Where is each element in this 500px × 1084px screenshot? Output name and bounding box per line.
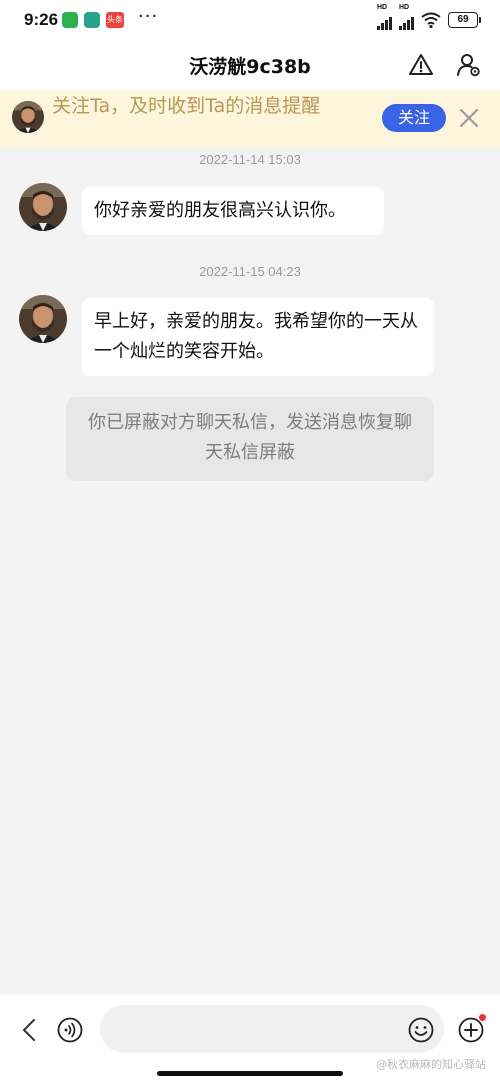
title-bar: 沃涝觥9c38b [0,42,500,90]
wechat-icon [62,12,78,28]
wifi-icon [421,12,441,28]
message-bubble[interactable]: 早上好，亲爱的朋友。我希望你的一天从一个灿烂的笑容开始。 [82,298,434,376]
shield-app-icon [84,12,100,28]
chevron-left-icon[interactable] [18,1017,42,1043]
status-indicators: HD HD 69 [377,4,481,30]
hd-label: HD [399,4,410,11]
follow-button[interactable]: 关注 [382,104,446,132]
close-icon[interactable] [458,107,480,129]
message-timestamp: 2022-11-14 15:03 [199,152,301,167]
avatar[interactable] [19,295,67,343]
watermark: @秋衣麻麻的知心驿站 [376,1058,486,1071]
emoji-icon[interactable] [408,1017,434,1043]
message-timestamp: 2022-11-15 04:23 [199,264,301,279]
user-settings-icon[interactable] [456,52,482,78]
status-app-icons: 头条 [62,12,124,28]
news-app-icon: 头条 [106,12,124,28]
battery-indicator: 69 [448,12,481,28]
more-notifications-icon: ··· [138,6,159,27]
avatar[interactable] [12,101,44,133]
message-input[interactable] [100,1005,444,1053]
voice-icon[interactable] [57,1017,83,1043]
follow-prompt-text: 关注Ta，及时收到Ta的消息提醒 [52,95,321,117]
status-bar: 9:26 头条 ··· HD HD 69 [0,0,500,42]
warning-triangle-icon[interactable] [408,52,434,78]
signal-icon: HD [399,4,414,30]
avatar[interactable] [19,183,67,231]
signal-icon: HD [377,4,392,30]
block-notice: 你已屏蔽对方聊天私信，发送消息恢复聊天私信屏蔽 [66,397,434,481]
home-indicator[interactable] [157,1071,343,1076]
status-time: 9:26 [24,10,59,29]
plus-circle-icon[interactable] [458,1017,484,1043]
notification-dot [479,1014,486,1021]
hd-label: HD [377,4,388,11]
message-bubble[interactable]: 你好亲爱的朋友很高兴认识你。 [82,187,384,235]
